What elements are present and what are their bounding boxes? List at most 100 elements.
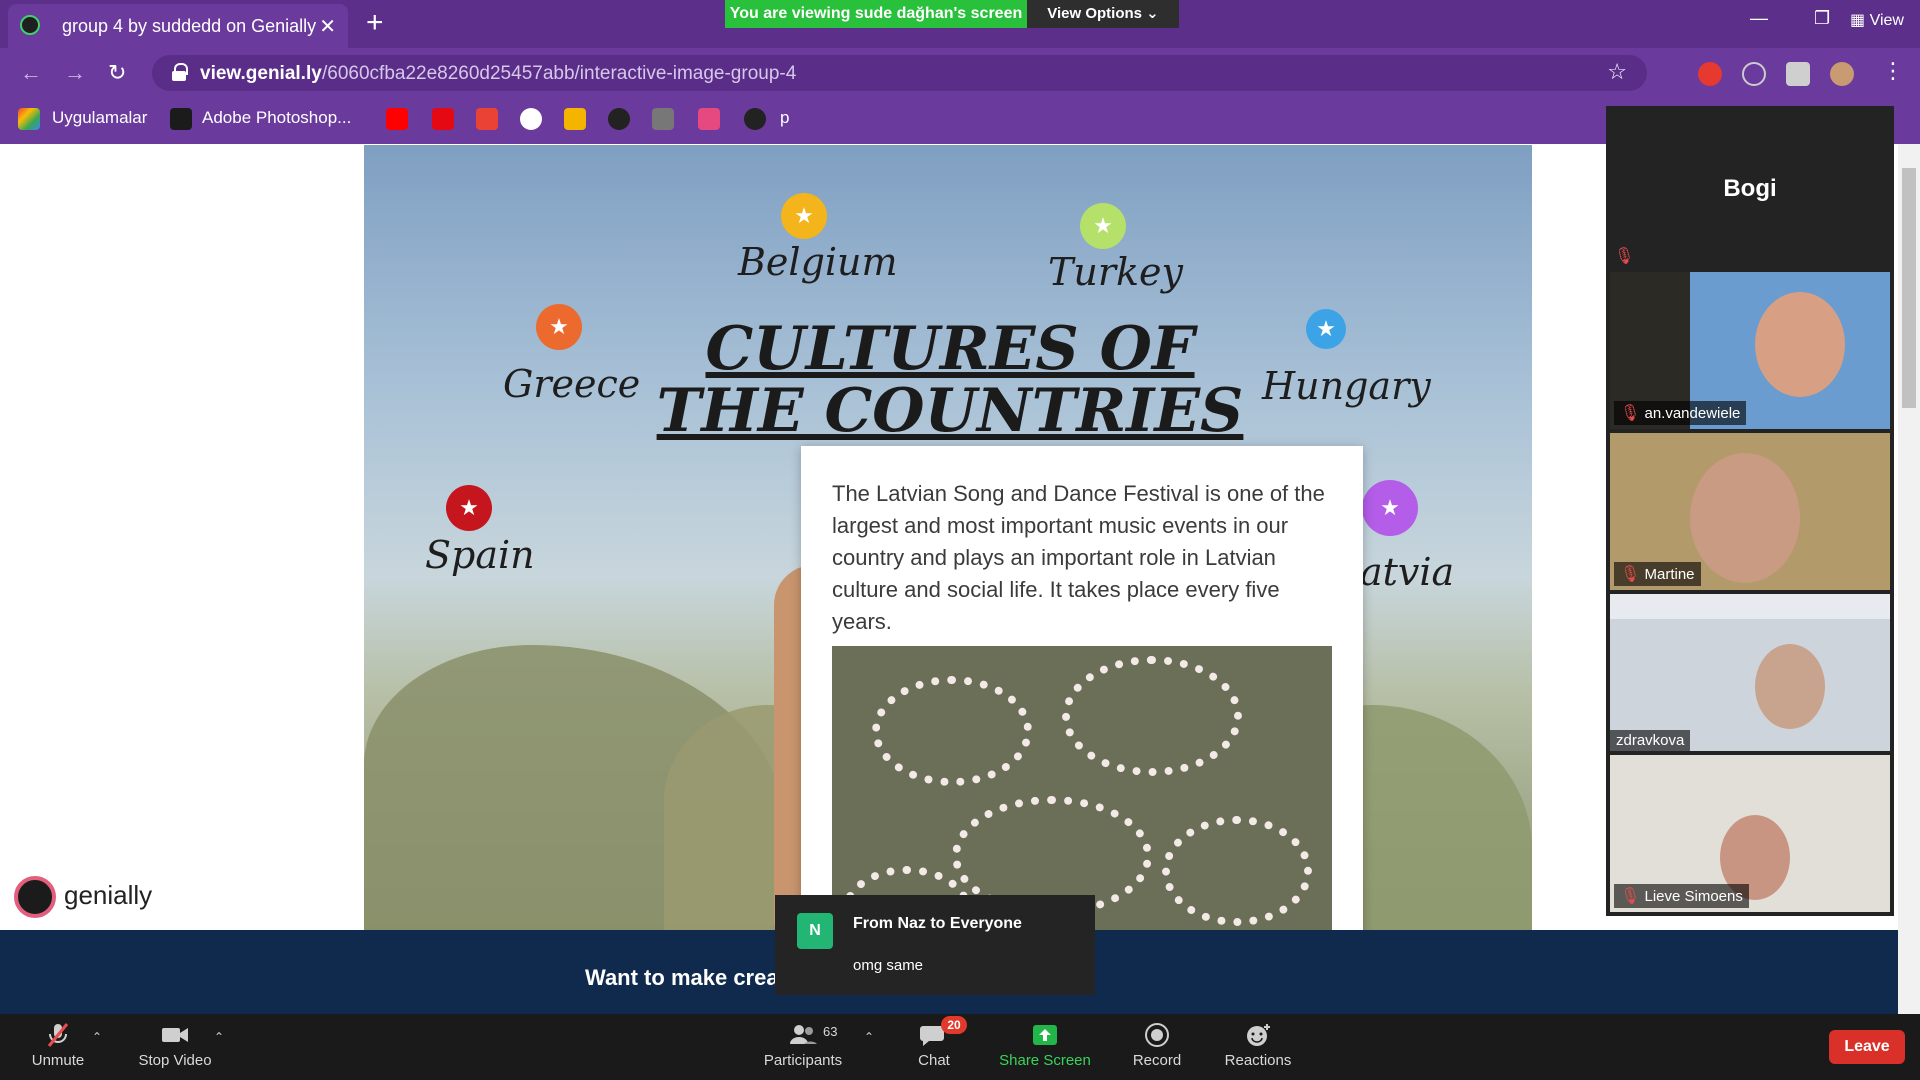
- pin-turkey[interactable]: ★: [1080, 203, 1126, 249]
- dancer-ring: [872, 676, 1032, 786]
- reactions-smiley-icon: [1247, 1024, 1270, 1046]
- mic-muted-icon: 🎙: [1620, 405, 1641, 422]
- url-path: /6060cfba22e8260d25457abb/interactive-im…: [322, 63, 797, 84]
- mic-muted-icon: 🎙: [1614, 248, 1635, 265]
- extensions-puzzle-icon[interactable]: [1786, 62, 1810, 86]
- view-options-label: View Options: [1047, 5, 1142, 22]
- slide-title-line1: CULTURES OF: [705, 314, 1195, 384]
- audio-options-caret-icon[interactable]: ⌃: [92, 1030, 102, 1044]
- pin-latvia[interactable]: ★: [1362, 480, 1418, 536]
- restore-icon[interactable]: ❐: [1814, 8, 1830, 29]
- gmail-icon[interactable]: [476, 108, 498, 130]
- bookmark-at-icon[interactable]: [698, 108, 720, 130]
- url-field[interactable]: view.genial.ly /6060cfba22e8260d25457abb…: [152, 55, 1647, 91]
- mic-muted-icon: [47, 1023, 69, 1047]
- record-icon: [1145, 1023, 1169, 1047]
- participant-face: [1690, 453, 1800, 583]
- leave-button[interactable]: Leave: [1829, 1030, 1905, 1064]
- participant-name: 🎙 Martine: [1614, 562, 1701, 586]
- google-icon[interactable]: [520, 108, 542, 130]
- unmute-button[interactable]: Unmute: [18, 1014, 98, 1080]
- participant-count: 63: [823, 1024, 838, 1039]
- video-tile[interactable]: 🎙 Martine: [1610, 433, 1890, 590]
- forward-icon[interactable]: →: [64, 60, 86, 86]
- dancer-ring: [1162, 816, 1312, 926]
- label-turkey: Turkey: [1048, 250, 1183, 294]
- new-tab-icon[interactable]: +: [366, 8, 384, 38]
- popup-text: The Latvian Song and Dance Festival is o…: [832, 481, 1325, 634]
- reactions-label: Reactions: [1224, 1052, 1292, 1069]
- video-options-caret-icon[interactable]: ⌃: [214, 1030, 224, 1044]
- video-camera-icon: [162, 1028, 188, 1042]
- video-tile[interactable]: 🎙 Lieve Simoens: [1610, 755, 1890, 912]
- bookmark-photoshop[interactable]: Adobe Photoshop...: [202, 108, 351, 128]
- view-label: View: [1869, 12, 1904, 29]
- scrollbar-thumb[interactable]: [1902, 168, 1916, 408]
- youtube-icon[interactable]: [386, 108, 408, 130]
- reactions-button[interactable]: Reactions: [1216, 1014, 1300, 1080]
- slide-title: CULTURES OF THE COUNTRIES: [640, 318, 1260, 442]
- share-screen-icon: [1033, 1025, 1057, 1045]
- genially-bookmark-icon[interactable]: [608, 108, 630, 130]
- bookmark-star-icon[interactable]: ☆: [1607, 59, 1627, 85]
- video-tile[interactable]: 🎙 an.vandewiele: [1610, 272, 1890, 429]
- minimize-icon[interactable]: —: [1750, 8, 1768, 29]
- record-button[interactable]: Record: [1122, 1014, 1192, 1080]
- genially-bookmark-icon-2[interactable]: [744, 108, 766, 130]
- participants-caret-icon[interactable]: ⌃: [864, 1030, 874, 1044]
- chat-message: omg same: [853, 957, 924, 974]
- chat-notification[interactable]: N From Naz to Everyone omg same: [775, 895, 1095, 995]
- pin-greece[interactable]: ★: [536, 304, 582, 350]
- close-tab-icon[interactable]: ✕: [319, 14, 336, 39]
- unmute-label: Unmute: [31, 1052, 85, 1069]
- stop-video-label: Stop Video: [138, 1052, 212, 1069]
- bookmark-bird-icon[interactable]: [652, 108, 674, 130]
- view-options-button[interactable]: View Options ⌄: [1027, 0, 1179, 28]
- participant-name: 🎙 an.vandewiele: [1614, 401, 1747, 425]
- participant-name: 🎙 Lieve Simoens: [1614, 884, 1749, 908]
- participant-name-text: Martine: [1644, 566, 1695, 583]
- label-greece: Greece: [503, 362, 641, 406]
- pin-spain[interactable]: ★: [446, 485, 492, 531]
- video-tile[interactable]: zdravkova: [1610, 594, 1890, 751]
- chat-sender-avatar: N: [797, 913, 833, 949]
- menu-dots-icon[interactable]: ⋮: [1882, 58, 1904, 84]
- page-scrollbar[interactable]: [1898, 144, 1920, 1014]
- promo-text[interactable]: Want to make crea: [585, 965, 779, 991]
- label-latvia: atvia: [1360, 550, 1455, 594]
- genially-logo-icon[interactable]: [14, 876, 56, 918]
- label-belgium: Belgium: [738, 240, 898, 284]
- bookmark-apps[interactable]: Uygulamalar: [52, 108, 147, 128]
- genially-favicon-icon: [20, 15, 40, 35]
- back-icon[interactable]: ←: [20, 60, 42, 86]
- reload-icon[interactable]: ↻: [108, 60, 126, 86]
- stop-video-button[interactable]: Stop Video: [130, 1014, 220, 1080]
- participants-label: Participants: [763, 1052, 843, 1069]
- share-screen-button[interactable]: Share Screen: [998, 1014, 1092, 1080]
- profile-avatar[interactable]: [1830, 62, 1854, 86]
- slide-title-line2: THE COUNTRIES: [656, 376, 1244, 446]
- bookmark-x-icon[interactable]: [564, 108, 586, 130]
- bookmark-p[interactable]: p: [780, 108, 789, 128]
- participant-name: zdravkova: [1610, 730, 1691, 751]
- label-spain: Spain: [425, 533, 535, 577]
- participant-name-text: zdravkova: [1616, 732, 1685, 749]
- active-speaker-name: Bogi: [1723, 175, 1777, 202]
- genially-wordmark[interactable]: genially: [64, 880, 152, 911]
- apps-grid-icon[interactable]: [18, 108, 40, 130]
- pin-belgium[interactable]: ★: [781, 193, 827, 239]
- chat-label: Chat: [918, 1052, 950, 1069]
- extension-tp-icon[interactable]: [1698, 62, 1722, 86]
- netflix-icon[interactable]: [432, 108, 454, 130]
- participant-face: [1755, 644, 1825, 729]
- extension-circle-icon[interactable]: [1742, 62, 1766, 86]
- view-button[interactable]: ▦ View: [1850, 10, 1904, 30]
- participant-name-text: an.vandewiele: [1644, 405, 1741, 422]
- ceiling-background: [1610, 594, 1890, 619]
- browser-tab[interactable]: group 4 by suddedd on Genially ✕: [8, 4, 348, 48]
- participant-name-text: Lieve Simoens: [1644, 888, 1743, 905]
- mic-muted-icon: 🎙: [1620, 888, 1641, 905]
- photoshop-bookmark-icon[interactable]: [170, 108, 192, 130]
- url-host: view.genial.ly: [200, 63, 322, 84]
- pin-hungary[interactable]: ★: [1306, 309, 1346, 349]
